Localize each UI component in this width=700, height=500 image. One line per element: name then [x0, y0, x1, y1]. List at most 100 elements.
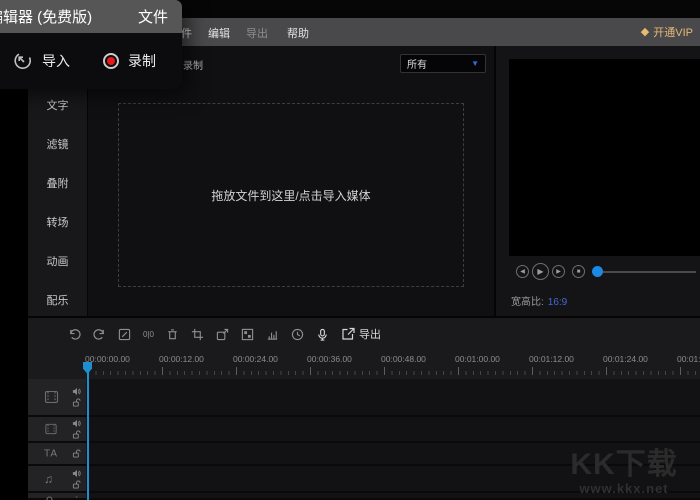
track-lane-video-2[interactable] [86, 417, 700, 443]
record-dot-icon [103, 53, 119, 69]
seek-bar[interactable] [596, 271, 696, 273]
edit-icon [118, 328, 131, 341]
timeline-toolbar: 0|0 导出 [28, 318, 700, 350]
sidebar-item-text[interactable]: 文字 [28, 97, 87, 113]
import-button[interactable]: 导入 [13, 51, 70, 71]
record-menu-button[interactable]: 录制 [103, 51, 156, 71]
lock-toggle-icon[interactable] [72, 449, 81, 458]
split-button[interactable]: 0|0 [143, 330, 154, 339]
ruler-label: 00:00:12.00 [159, 354, 204, 364]
menu-export[interactable]: 导出 [246, 25, 268, 41]
delete-icon [166, 328, 179, 341]
undo-button[interactable] [68, 328, 81, 341]
track-area: TA ♫ [28, 379, 700, 500]
media-filter-value: 所有 [407, 56, 471, 71]
dropzone-text: 拖放文件到这里/点击导入媒体 [211, 187, 370, 204]
video-viewport [509, 59, 700, 256]
ruler-label: 00:01:12.00 [529, 354, 574, 364]
timeline-ruler[interactable]: 00:00:00.00 00:00:12.00 00:00:24.00 00:0… [28, 350, 700, 377]
preview-panel: ◀ ▶ ▶ ■ 宽高比:16:9 [494, 46, 700, 316]
lock-toggle-icon[interactable] [72, 398, 81, 407]
sidebar-item-overlay[interactable]: 叠附 [28, 175, 87, 191]
redo-icon [93, 328, 106, 341]
menu-help[interactable]: 帮助 [287, 25, 309, 41]
popup-body: 导入 录制 [0, 33, 182, 89]
ruler-ticks [88, 367, 700, 375]
record-button[interactable]: 录制 [183, 57, 203, 72]
prev-frame-button[interactable]: ◀ [516, 265, 529, 278]
levels-icon [266, 328, 279, 341]
track-lane-audio[interactable] [86, 493, 700, 500]
sidebar-item-animation[interactable]: 动画 [28, 253, 87, 269]
redo-button[interactable] [93, 328, 106, 341]
track-header-music[interactable]: ♫ [28, 466, 86, 493]
mosaic-icon [241, 328, 254, 341]
levels-button[interactable] [266, 328, 279, 341]
popup-title-bar: 编辑器 (免费版) 文件 [0, 0, 182, 33]
export-button[interactable]: 导出 [341, 326, 381, 342]
track-header-video-2[interactable] [28, 417, 86, 443]
mute-toggle-icon[interactable] [72, 469, 81, 478]
mosaic-button[interactable] [241, 328, 254, 341]
music-track-icon: ♫ [44, 473, 53, 485]
seek-handle[interactable] [592, 266, 603, 277]
aspect-value[interactable]: 16:9 [548, 297, 567, 308]
track-lane-music[interactable] [86, 466, 700, 493]
duration-icon [291, 328, 304, 341]
mute-toggle-icon[interactable] [72, 387, 81, 396]
lock-toggle-icon[interactable] [72, 430, 81, 439]
ruler-label: 00:00:36.00 [307, 354, 352, 364]
track-row-music: ♫ [28, 466, 700, 493]
export-icon [341, 327, 355, 341]
microphone-icon [316, 328, 329, 341]
stop-icon: ■ [577, 269, 581, 275]
track-row-audio [28, 493, 700, 500]
play-icon: ▶ [537, 267, 543, 276]
lock-toggle-icon[interactable] [72, 480, 81, 489]
playhead-line[interactable] [87, 363, 89, 500]
record-label: 录制 [128, 51, 156, 71]
ruler-label: 00:00:48.00 [381, 354, 426, 364]
track-header-text[interactable]: TA [28, 443, 86, 466]
ruler-label: 00:01:24.00 [603, 354, 648, 364]
play-button[interactable]: ▶ [532, 263, 549, 280]
track-row-video-1 [28, 379, 700, 417]
media-dropzone[interactable]: 拖放文件到这里/点击导入媒体 [118, 103, 464, 287]
undo-icon [68, 328, 81, 341]
crop-button[interactable] [191, 328, 204, 341]
vip-button[interactable]: ◆ 开通VIP [641, 24, 693, 40]
import-circle-icon [13, 51, 33, 71]
export-label: 导出 [359, 326, 381, 342]
sidebar-item-filter[interactable]: 滤镜 [28, 136, 87, 152]
video-track-icon [44, 390, 59, 404]
media-filter-dropdown[interactable]: 所有 ▼ [400, 54, 486, 73]
timeline-panel: 0|0 导出 00:00:00.00 00:00:12.00 00:00:24.… [28, 316, 700, 500]
track-header-audio[interactable] [28, 493, 86, 500]
text-track-icon: TA [44, 448, 58, 459]
audio-track-icon [44, 496, 55, 500]
mute-toggle-icon[interactable] [72, 496, 81, 498]
sidebar-item-transition[interactable]: 转场 [28, 214, 87, 230]
edit-button[interactable] [118, 328, 131, 341]
video-track-icon [44, 423, 58, 435]
app-title: 编辑器 (免费版) [0, 6, 92, 27]
duration-button[interactable] [291, 328, 304, 341]
track-lane-video-1[interactable] [86, 379, 700, 417]
ruler-label: 00:00:24.00 [233, 354, 278, 364]
mute-toggle-icon[interactable] [72, 419, 81, 428]
next-frame-button[interactable]: ▶ [552, 265, 565, 278]
voiceover-button[interactable] [316, 328, 329, 341]
track-lane-text[interactable] [86, 443, 700, 466]
stop-button[interactable]: ■ [572, 265, 585, 278]
next-frame-icon: ▶ [556, 268, 561, 275]
track-row-text: TA [28, 443, 700, 466]
popup-menu-file[interactable]: 文件 [138, 6, 168, 27]
track-header-video-1[interactable] [28, 379, 86, 417]
sidebar-item-music[interactable]: 配乐 [28, 292, 87, 308]
ruler-label: 00:01:00.00 [455, 354, 500, 364]
reverse-button[interactable] [216, 328, 229, 341]
menu-edit[interactable]: 编辑 [208, 25, 230, 41]
delete-button[interactable] [166, 328, 179, 341]
split-icon: 0|0 [143, 330, 154, 339]
import-label: 导入 [42, 51, 70, 71]
